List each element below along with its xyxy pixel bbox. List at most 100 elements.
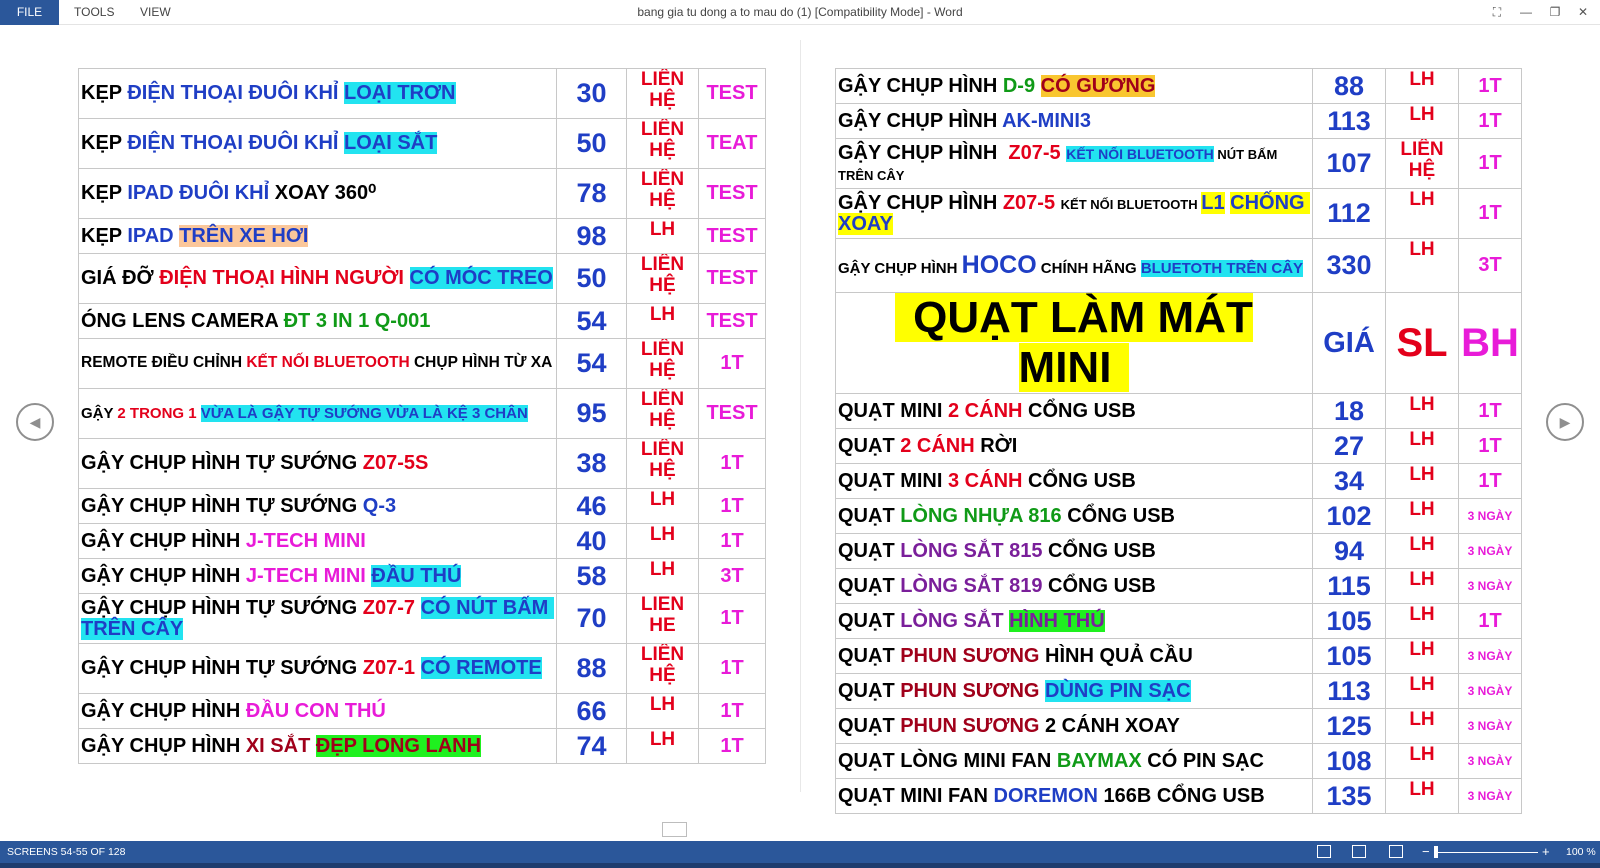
name-segment: KẸP (81, 224, 128, 247)
name-segment: Q-3 (362, 494, 397, 517)
name-segment: ĐẸP LONG LANH (315, 734, 482, 757)
zoom-out-button[interactable]: − (1422, 841, 1430, 863)
table-row: QUẠT MINI 3 CÁNH CỔNG USB 34 LH 1T (835, 463, 1522, 499)
table-row: GẬY CHỤP HÌNH TỰ SƯỚNG Z07-1 CÓ REMOTE 88… (78, 643, 766, 694)
table-row: QUẠT LÒNG SẮT 819 CỔNG USB 115 LH 3 NGÀY (835, 568, 1522, 604)
price: 54 (556, 303, 627, 339)
header-price: GIÁ (1312, 292, 1386, 394)
product-name: KẸP ĐIỆN THOẠI ĐUÔI KHỈ LOẠI SẮT (78, 118, 557, 169)
tools-menu[interactable]: TOOLS (59, 0, 129, 25)
contact: LIÊN HỆ (626, 253, 699, 304)
name-segment: QUẠT (838, 644, 901, 667)
warranty: 1T (698, 338, 766, 389)
product-name: QUẠT PHUN SƯƠNG DÙNG PIN SẠC (835, 673, 1313, 709)
table-row: GIÁ ĐỠ ĐIỆN THOẠI HÌNH NGƯỜI CÓ MÓC TREO… (78, 253, 766, 304)
name-segment: REMOTE ĐIỀU CHỈNH (81, 354, 247, 372)
contact: LIÊN HỆ (626, 643, 699, 694)
table-row: QUẠT LÒNG SẮT 815 CỔNG USB 94 LH 3 NGÀY (835, 533, 1522, 569)
table-row: KẸP IPAD TRÊN XE HƠI 98 LH TEST (78, 218, 766, 254)
table-row: REMOTE ĐIỀU CHỈNH KẾT NỐI BLUETOOTH CHỤP… (78, 338, 766, 389)
table-row: QUẠT PHUN SƯƠNG 2 CÁNH XOAY 125 LH 3 NGÀY (835, 708, 1522, 744)
name-segment: KẸP (81, 132, 128, 154)
name-segment: CÓ REMOTE (420, 657, 542, 679)
price: 78 (556, 168, 627, 219)
price: 27 (1312, 428, 1386, 464)
name-segment: ĐIỆN THOẠI HÌNH NGƯỜI (159, 267, 410, 289)
contact: LH (626, 523, 699, 559)
name-segment: 166B CỔNG USB (1103, 784, 1265, 807)
warranty: 1T (1458, 603, 1522, 639)
contact: LIÊN HỆ (626, 338, 699, 389)
product-name: GẬY CHỤP HÌNH D-9 CÓ GƯƠNG (835, 68, 1313, 104)
name-segment: KẸP (81, 82, 128, 104)
name-segment: QUẠT (838, 434, 901, 457)
table-row: KẸP ĐIỆN THOẠI ĐUÔI KHỈ LOẠI SẮT 50 LIÊN H… (78, 118, 766, 169)
print-layout-icon[interactable] (1352, 845, 1366, 858)
table-row: KẸP ĐIỆN THOẠI ĐUÔI KHỈ LOẠI TRƠN 30 LIÊN … (78, 68, 766, 119)
name-segment: BLUETOTH TRÊN CÂY (1140, 260, 1304, 278)
warranty: 1T (1458, 188, 1522, 239)
contact: LH (1385, 778, 1459, 814)
minimize-icon[interactable]: — (1516, 3, 1536, 21)
product-name: GẬY CHỤP HÌNH J-TECH MINI ĐẦU THÚ (78, 558, 557, 594)
name-segment: GẬY CHỤP HÌNH (81, 564, 246, 587)
name-segment: L1 (1201, 191, 1225, 214)
scroll-thumb[interactable] (662, 822, 687, 837)
contact: LH (1385, 238, 1459, 293)
warranty: 3 NGÀY (1458, 743, 1522, 779)
zoom-level[interactable]: 100 % (1566, 841, 1596, 863)
price-table-right: GẬY CHỤP HÌNH D-9 CÓ GƯƠNG 88 LH 1T GẬY CHỤP… (835, 68, 1522, 814)
name-segment: GẬY CHỤP HÌNH (838, 191, 1003, 214)
warranty: TEST (698, 68, 766, 119)
web-layout-icon[interactable] (1389, 845, 1403, 858)
table-row: QUẠT LÒNG SẮT HÌNH THÚ 105 LH 1T (835, 603, 1522, 639)
name-segment: 3 CÁNH (948, 469, 1029, 492)
zoom-slider-thumb[interactable] (1434, 846, 1438, 858)
previous-page-icon[interactable]: ◀ (16, 403, 54, 441)
name-segment: RỜI (980, 434, 1018, 457)
warranty: 1T (698, 728, 766, 764)
price: 107 (1312, 138, 1386, 189)
name-segment: PHUN SƯƠNG (900, 714, 1045, 737)
zoom-slider[interactable] (1435, 852, 1538, 853)
contact: LH (626, 728, 699, 764)
product-name: GẬY CHỤP HÌNH ĐẦU CON THÚ (78, 693, 557, 729)
name-segment: GẬY CHỤP HÌNH (838, 260, 962, 278)
table-row: QUẠT PHUN SƯƠNG DÙNG PIN SẠC 113 LH 3 NGÀY (835, 673, 1522, 709)
restore-icon[interactable]: ❐ (1545, 3, 1565, 21)
price: 113 (1312, 103, 1386, 139)
title-bar: FILE TOOLS VIEW bang gia tu dong a to ma… (0, 0, 1600, 25)
product-name: QUẠT PHUN SƯƠNG HÌNH QUẢ CẦU (835, 638, 1313, 674)
price: 88 (556, 643, 627, 694)
contact: LH (626, 693, 699, 729)
name-segment: Z07-1 (362, 657, 421, 679)
product-name: QUẠT LÒNG SẮT 815 CỔNG USB (835, 533, 1313, 569)
product-name: GẬY CHỤP HÌNH J-TECH MINI (78, 523, 557, 559)
name-segment: 2 CÁNH XOAY (1045, 714, 1180, 737)
file-menu[interactable]: FILE (0, 0, 59, 25)
warranty: 1T (698, 438, 766, 489)
read-mode-icon[interactable] (1317, 845, 1331, 858)
price: 46 (556, 488, 627, 524)
page-divider (800, 40, 801, 792)
view-menu[interactable]: VIEW (125, 0, 186, 25)
name-segment: GẬY CHỤP HÌNH (838, 109, 1003, 132)
price: 105 (1312, 603, 1386, 639)
next-page-icon[interactable]: ▶ (1546, 403, 1584, 441)
contact: LIÊN HỆ (626, 68, 699, 119)
contact: LH (1385, 68, 1459, 104)
contact: LIÊN HỆ (626, 388, 699, 439)
warranty: TEST (698, 253, 766, 304)
contact: LH (1385, 103, 1459, 139)
taskbar (0, 863, 1600, 868)
zoom-in-button[interactable]: + (1542, 841, 1550, 863)
warranty: 1T (698, 593, 766, 644)
name-segment: KẾT NỐI BLUETOOTH (246, 354, 414, 372)
full-screen-icon[interactable]: ⛶ (1487, 3, 1507, 21)
close-icon[interactable]: ✕ (1573, 3, 1593, 21)
name-segment: LÒNG SẮT 815 (900, 539, 1049, 562)
product-name: QUẠT 2 CÁNH RỜI (835, 428, 1313, 464)
name-segment: CỔNG USB (1048, 539, 1156, 562)
name-segment: QUẠT (838, 714, 901, 737)
price: 95 (556, 388, 627, 439)
